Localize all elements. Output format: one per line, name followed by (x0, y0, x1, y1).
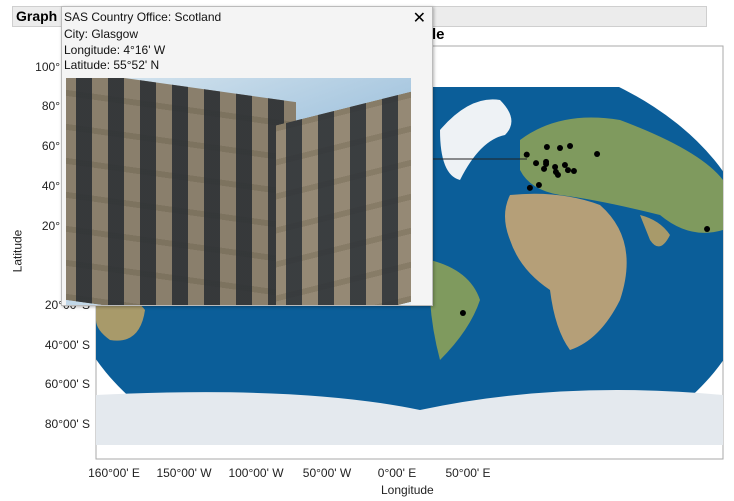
close-icon[interactable]: ✕ (413, 8, 426, 27)
office-point[interactable] (594, 150, 601, 157)
office-point[interactable] (570, 168, 577, 175)
popup-office: SAS Country Office: Scotland (64, 10, 222, 24)
x-tick: 0°00' E (377, 466, 417, 480)
office-point[interactable] (459, 310, 466, 317)
y-tick: 100° (35, 60, 60, 74)
y-tick: 20° (41, 219, 60, 233)
x-tick: 100°00' W (228, 466, 284, 480)
office-point[interactable] (561, 162, 568, 169)
office-photo (66, 78, 411, 305)
office-point-selected[interactable] (523, 151, 530, 158)
office-point[interactable] (567, 143, 574, 150)
popup-city: City: Glasgow (64, 27, 139, 41)
office-point[interactable] (533, 160, 540, 167)
office-point[interactable] (554, 171, 561, 178)
y-tick: 60° (41, 139, 60, 153)
y-tick: 40°00' S (44, 338, 90, 352)
office-point[interactable] (552, 163, 559, 170)
hover-label-popup: SAS Country Office: Scotland City: Glasg… (61, 6, 433, 306)
office-point[interactable] (541, 165, 548, 172)
popup-latitude: Latitude: 55°52' N (64, 58, 160, 72)
y-tick: 60°00' S (44, 377, 90, 391)
popup-longitude: Longitude: 4°16' W (64, 43, 166, 57)
y-tick: 80°00' S (44, 417, 90, 431)
office-point[interactable] (535, 182, 542, 189)
x-tick: 150°00' W (156, 466, 212, 480)
y-tick: 40° (41, 179, 60, 193)
office-point[interactable] (704, 226, 711, 233)
office-point[interactable] (526, 184, 533, 191)
office-point[interactable] (565, 167, 571, 174)
y-axis-label: Latitude (10, 229, 25, 273)
y-tick: 80° (41, 99, 60, 113)
x-tick: 50°00' W (302, 466, 352, 480)
office-point[interactable] (543, 143, 550, 150)
x-axis-label: Longitude (381, 483, 434, 497)
x-tick: 160°00' E (88, 466, 140, 480)
x-tick: 50°00' E (445, 466, 491, 480)
office-point[interactable] (557, 144, 564, 151)
